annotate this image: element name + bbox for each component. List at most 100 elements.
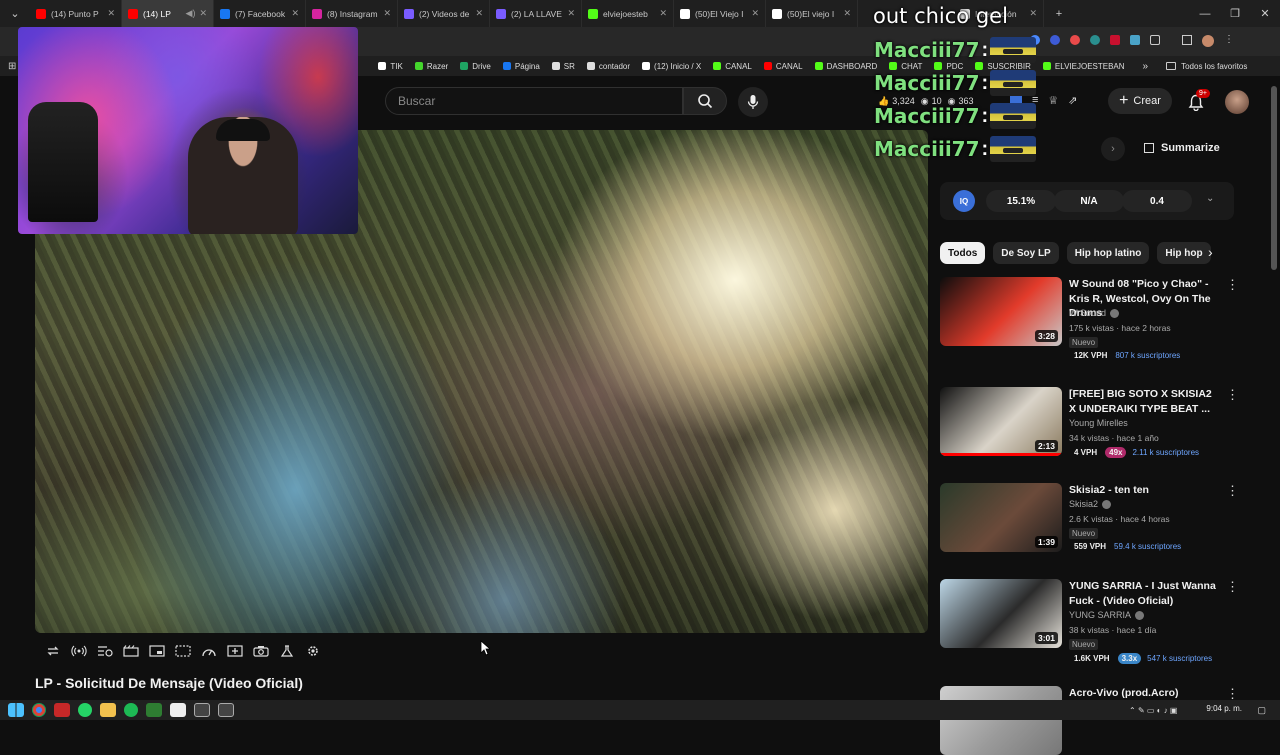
scrollbar[interactable] [1271,86,1277,270]
share-icon[interactable]: ⇗ [1068,94,1077,107]
close-icon[interactable]: ✕ [199,8,207,19]
browser-tab[interactable]: (14) LP ◀) ✕ [122,0,214,27]
bookmark-item[interactable]: Razer [414,62,448,71]
new-tab-button[interactable]: + [1044,8,1074,20]
browser-tab[interactable]: elviejoesteb ✕ [582,0,674,27]
profile-avatar-icon[interactable] [1202,35,1214,47]
voice-search-button[interactable] [738,87,768,117]
app-icon[interactable] [146,703,162,717]
summarize-button[interactable]: Summarize [1144,139,1234,157]
close-icon[interactable]: ✕ [567,8,575,19]
tray-icons[interactable]: ⌃ ✎ ▭ ◐ ♪ ▣ [1129,706,1177,715]
notion-icon[interactable] [170,703,186,717]
tab-list-button[interactable]: ⌄ [0,7,30,20]
extension-icon[interactable] [1130,35,1140,45]
close-icon[interactable]: ✕ [659,8,667,19]
close-icon[interactable]: ✕ [383,8,391,19]
close-icon[interactable]: ✕ [751,8,759,19]
chips-next-arrow-icon[interactable]: › [1208,244,1213,260]
browser-tab[interactable]: (2) LA LLAVE ✕ [490,0,582,27]
clapperboard-icon[interactable] [118,641,144,661]
audio-icon[interactable]: ◀) [186,8,196,19]
more-options-icon[interactable]: ⋮ [1226,483,1239,499]
playlist-eye-icon[interactable] [92,641,118,661]
filter-chip[interactable]: De Soy LP [993,242,1059,264]
close-icon[interactable]: ✕ [291,8,299,19]
bookmark-item[interactable]: Drive [460,62,491,71]
channel-name[interactable]: W Sound [1069,308,1120,319]
audio-wave-icon[interactable] [66,641,92,661]
notifications-tray-icon[interactable]: ▢ [1257,705,1266,716]
maximize-button[interactable]: ❐ [1220,7,1250,20]
browser-tab[interactable]: (8) Instagram ✕ [306,0,398,27]
browser-tab[interactable]: (50)El viejo I ✕ [766,0,858,27]
chrome-icon[interactable] [32,703,46,717]
close-icon[interactable]: ✕ [1029,8,1037,19]
gear-icon[interactable] [300,641,326,661]
search-input[interactable]: Buscar [385,87,683,115]
extension-icon[interactable] [1050,35,1060,45]
filter-chip[interactable]: Hip hop latino [1066,242,1150,264]
browser-tab[interactable]: (7) Facebook ✕ [214,0,306,27]
close-icon[interactable]: ✕ [475,8,483,19]
more-options-icon[interactable]: ⋮ [1226,277,1239,293]
app-icon[interactable] [218,703,234,717]
browser-tab[interactable]: (14) Punto P ✕ [30,0,122,27]
extension-icon[interactable] [1110,35,1120,45]
extension-icon[interactable] [1070,35,1080,45]
speedometer-icon[interactable] [196,641,222,661]
app-icon[interactable] [194,703,210,717]
video-title-link[interactable]: [FREE] BIG SOTO X SKISIA2 X UNDERAIKI TY… [1069,387,1219,416]
bookmark-item[interactable]: DASHBOARD [814,62,877,71]
close-window-button[interactable]: ✕ [1250,7,1280,20]
filter-chip[interactable]: Hip hop [1157,242,1211,264]
bookmark-item[interactable]: Página [502,62,540,71]
bookmark-item[interactable]: contador [586,62,630,71]
more-menu-icon[interactable]: ⋮ [1224,35,1234,47]
flask-icon[interactable] [274,641,300,661]
video-thumbnail[interactable]: 1:39 [940,483,1062,552]
loop-icon[interactable] [40,641,66,661]
bookmark-item[interactable]: TIK [378,62,403,71]
search-button[interactable] [683,87,727,115]
channel-name[interactable]: YUNG SARRIA [1069,610,1145,621]
minimize-button[interactable]: — [1190,8,1220,20]
whatsapp-icon[interactable] [78,703,92,717]
channel-name[interactable]: Young Mirelles [1069,418,1128,428]
bookmark-item[interactable]: (12) Inicio / X [642,62,701,71]
close-icon[interactable]: ✕ [107,8,115,19]
video-title-link[interactable]: Skisia2 - ten ten [1069,483,1219,498]
bookmark-item[interactable]: ELVIEJOESTEBAN [1042,62,1125,71]
bookmark-item[interactable]: SR [551,62,575,71]
browser-tab[interactable]: (50)El Viejo I ✕ [674,0,766,27]
bookmark-item[interactable]: CANAL [763,62,803,71]
bookmarks-more-button[interactable]: » [1143,61,1149,72]
video-title-link[interactable]: Acro-Vivo (prod.Acro) [1069,686,1219,701]
spotify-icon[interactable] [124,703,138,717]
trophy-icon[interactable]: ♕ [1048,94,1058,107]
app-icon[interactable] [54,703,70,717]
video-thumbnail[interactable]: 3:01 [940,579,1062,648]
bookmark-item[interactable]: CANAL [713,62,752,71]
video-thumbnail[interactable]: 2:13 [940,387,1062,456]
apps-grid-icon[interactable]: ⊞ [8,61,16,72]
create-button[interactable]: + Crear [1108,88,1172,114]
filter-chip[interactable]: Todos [940,242,986,264]
sidebar-icon[interactable] [1182,35,1192,45]
channel-name[interactable]: Skisia2 [1069,499,1112,510]
windows-start-icon[interactable] [8,703,24,717]
browser-tab[interactable]: (2) Videos de ✕ [398,0,490,27]
chevron-right-icon[interactable]: › [1101,137,1125,161]
avatar[interactable] [1225,90,1249,114]
chevron-down-icon[interactable]: ⌄ [1206,193,1214,204]
close-icon[interactable]: ✕ [843,8,851,19]
more-options-icon[interactable]: ⋮ [1226,387,1239,403]
extension-icon[interactable] [1090,35,1100,45]
file-explorer-icon[interactable] [100,703,116,717]
camera-icon[interactable] [248,641,274,661]
video-thumbnail[interactable]: 3:28 [940,277,1062,346]
more-options-icon[interactable]: ⋮ [1226,579,1239,595]
video-thumbnail[interactable] [940,686,1062,755]
puzzle-icon[interactable] [1150,35,1160,45]
all-bookmarks-link[interactable]: Todos los favoritos [1181,62,1247,71]
